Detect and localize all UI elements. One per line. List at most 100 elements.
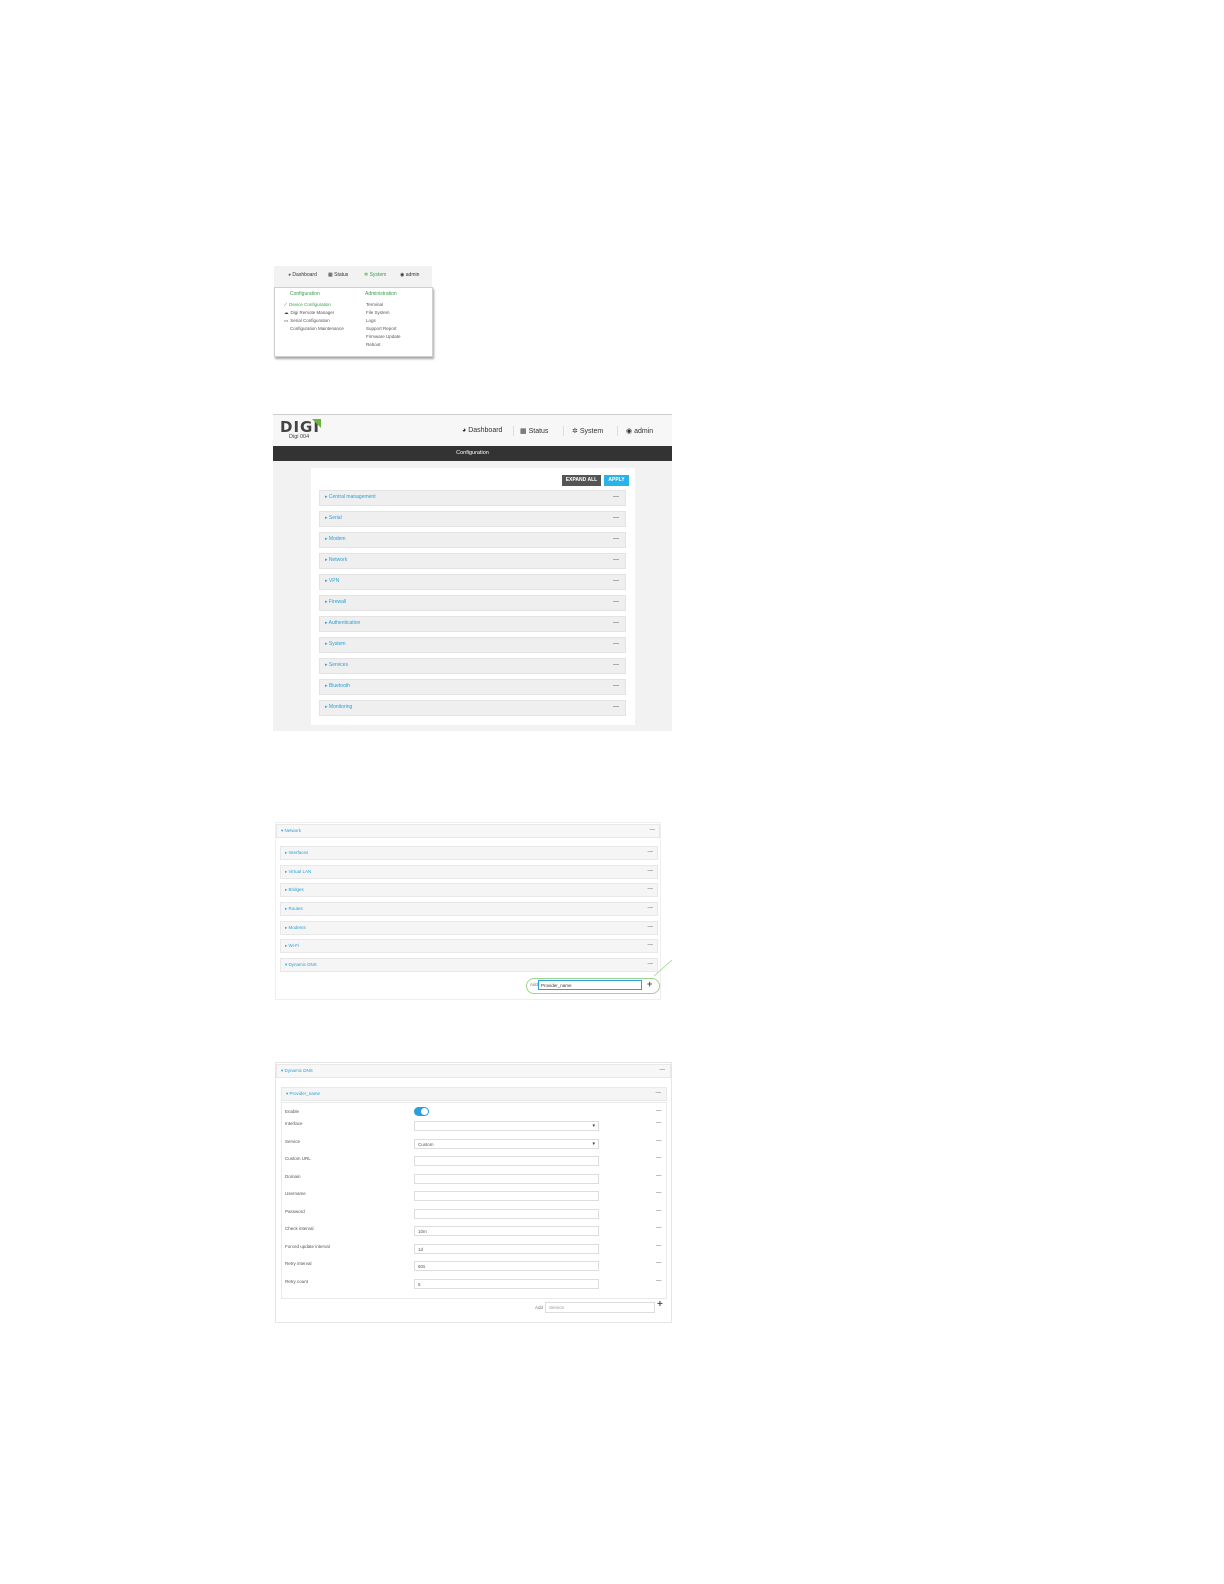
collapse-icon[interactable]: — — [656, 1155, 662, 1161]
collapse-icon[interactable]: — — [656, 1208, 662, 1214]
collapse-icon[interactable]: — — [613, 494, 619, 500]
enable-toggle[interactable] — [414, 1107, 429, 1116]
subsection-bridges[interactable]: ▸ Bridges — — [280, 883, 658, 897]
subsection-routes[interactable]: ▸ Routes — — [280, 902, 658, 916]
collapse-icon[interactable]: — — [613, 620, 619, 626]
section-network[interactable]: ▸ Network — — [319, 553, 626, 569]
section-system[interactable]: ▸ System — — [319, 637, 626, 653]
retry-count-input[interactable]: 5 — [414, 1279, 599, 1289]
apply-button[interactable]: APPLY — [604, 475, 629, 486]
section-serial[interactable]: ▸ Serial — — [319, 511, 626, 527]
interface-select[interactable]: ▾ — [414, 1121, 599, 1131]
menu-item-firmware-update[interactable]: Firmware Update — [366, 334, 401, 339]
collapse-icon[interactable]: — — [613, 578, 619, 584]
subsection-dynamic-dns[interactable]: ▾ Dynamic DNS — — [280, 958, 658, 972]
expand-all-button[interactable]: EXPAND ALL — [562, 475, 601, 486]
collapse-icon[interactable]: — — [656, 1260, 662, 1266]
subsection-wifi[interactable]: ▸ Wi-Fi — — [280, 939, 658, 953]
collapse-icon[interactable]: — — [656, 1173, 662, 1179]
collapse-icon[interactable]: — — [656, 1138, 662, 1144]
password-input[interactable] — [414, 1209, 599, 1219]
section-label: ▸ Services — [325, 662, 349, 668]
section-central-management[interactable]: ▸ Central management — — [319, 490, 626, 506]
menu-item-file-system[interactable]: File System — [366, 310, 390, 315]
field-label-retry-count: Retry count — [285, 1279, 309, 1284]
top-nav-bar: ◕ Dashboard ▦ Status ✲ System ◉ admin — [274, 266, 432, 288]
menu-item-serial-configuration[interactable]: ▭ Serial Configuration — [284, 318, 330, 324]
nav-status[interactable]: ▦ Status — [520, 427, 548, 435]
section-network[interactable]: ▾ Network — — [276, 824, 660, 838]
menu-item-device-configuration[interactable]: ⟋ Device Configuration — [284, 302, 331, 307]
forced-update-interval-input[interactable]: 1d — [414, 1244, 599, 1254]
collapse-icon[interactable]: — — [650, 827, 656, 833]
collapse-icon[interactable]: — — [656, 1090, 662, 1096]
nav-dashboard[interactable]: ◕ Dashboard — [288, 272, 317, 278]
section-vpn[interactable]: ▸ VPN — — [319, 574, 626, 590]
collapse-icon[interactable]: — — [656, 1225, 662, 1231]
collapse-icon[interactable]: — — [613, 704, 619, 710]
collapse-icon[interactable]: — — [613, 557, 619, 563]
collapse-icon[interactable]: — — [648, 868, 654, 874]
add-provider-row: Add Provider_name + — [526, 978, 660, 994]
menu-item-remote-manager[interactable]: ☁ Digi Remote Manager — [284, 310, 334, 316]
menu-item-reboot[interactable]: Reboot — [366, 342, 381, 347]
section-firewall[interactable]: ▸ Firewall — — [319, 595, 626, 611]
collapse-icon[interactable]: — — [656, 1120, 662, 1126]
subsection-virtual-lan[interactable]: ▸ Virtual LAN — — [280, 865, 658, 879]
nav-dashboard[interactable]: ◕ Dashboard — [462, 427, 502, 434]
menu-item-label: Serial Configuration — [290, 318, 330, 323]
menu-item-support-report[interactable]: Support Report — [366, 326, 397, 331]
nav-status-label: Status — [528, 428, 549, 435]
service-select[interactable]: Custom ▾ — [414, 1139, 599, 1149]
nav-user[interactable]: ◉ admin — [400, 272, 419, 278]
check-interval-input[interactable]: 10m — [414, 1226, 599, 1236]
collapse-icon[interactable]: — — [613, 536, 619, 542]
section-bluetooth[interactable]: ▸ Bluetooth — — [319, 679, 626, 695]
collapse-icon[interactable]: — — [656, 1190, 662, 1196]
collapse-icon[interactable]: — — [613, 641, 619, 647]
collapse-icon[interactable]: — — [648, 849, 654, 855]
collapse-icon[interactable]: — — [613, 599, 619, 605]
field-label-username: Username — [285, 1191, 306, 1196]
add-service-input[interactable]: Service — [545, 1302, 655, 1313]
collapse-icon[interactable]: — — [648, 942, 654, 948]
collapse-icon[interactable]: — — [648, 905, 654, 911]
custom-url-input[interactable] — [414, 1156, 599, 1166]
provider-name-input[interactable]: Provider_name — [538, 980, 642, 990]
menu-item-configuration-maintenance[interactable]: Configuration Maintenance — [290, 326, 344, 331]
section-label: ▾ Network — [281, 828, 302, 833]
collapse-icon[interactable]: — — [648, 924, 654, 930]
menu-item-label: Digi Remote Manager — [290, 310, 335, 315]
section-dynamic-dns[interactable]: ▾ Dynamic DNS — — [276, 1064, 671, 1078]
collapse-icon[interactable]: — — [613, 662, 619, 668]
nav-status[interactable]: ▦ Status — [328, 272, 348, 278]
section-label: ▸ Firewall — [325, 599, 347, 605]
menu-item-logs[interactable]: Logs — [366, 318, 376, 323]
plus-icon[interactable]: + — [657, 1299, 663, 1310]
nav-system[interactable]: ✲ System — [572, 427, 603, 435]
nav-user[interactable]: ◉ admin — [626, 427, 653, 435]
subsection-modems[interactable]: ▸ Modems — — [280, 921, 658, 935]
collapse-icon[interactable]: — — [613, 515, 619, 521]
gear-icon: ✲ — [572, 428, 578, 435]
username-input[interactable] — [414, 1191, 599, 1201]
section-services[interactable]: ▸ Services — — [319, 658, 626, 674]
section-label: ▸ Central management — [325, 494, 376, 500]
plus-icon[interactable]: + — [647, 979, 652, 989]
section-monitoring[interactable]: ▸ Monitoring — — [319, 700, 626, 716]
collapse-icon[interactable]: — — [656, 1108, 662, 1114]
subsection-interfaces[interactable]: ▸ Interfaces — — [280, 846, 658, 860]
collapse-icon[interactable]: — — [656, 1243, 662, 1249]
nav-user-label: admin — [405, 272, 420, 278]
section-modem[interactable]: ▸ Modem — — [319, 532, 626, 548]
domain-input[interactable] — [414, 1174, 599, 1184]
section-authentication[interactable]: ▸ Authentication — — [319, 616, 626, 632]
collapse-icon[interactable]: — — [656, 1278, 662, 1284]
collapse-icon[interactable]: — — [648, 886, 654, 892]
collapse-icon[interactable]: — — [613, 683, 619, 689]
subsection-provider-name[interactable]: ▾ Provider_name — — [281, 1087, 667, 1101]
nav-system[interactable]: ✲ System — [364, 272, 386, 278]
menu-item-terminal[interactable]: Terminal — [366, 302, 383, 307]
collapse-icon[interactable]: — — [660, 1067, 666, 1073]
retry-interval-input[interactable]: 60s — [414, 1261, 599, 1271]
